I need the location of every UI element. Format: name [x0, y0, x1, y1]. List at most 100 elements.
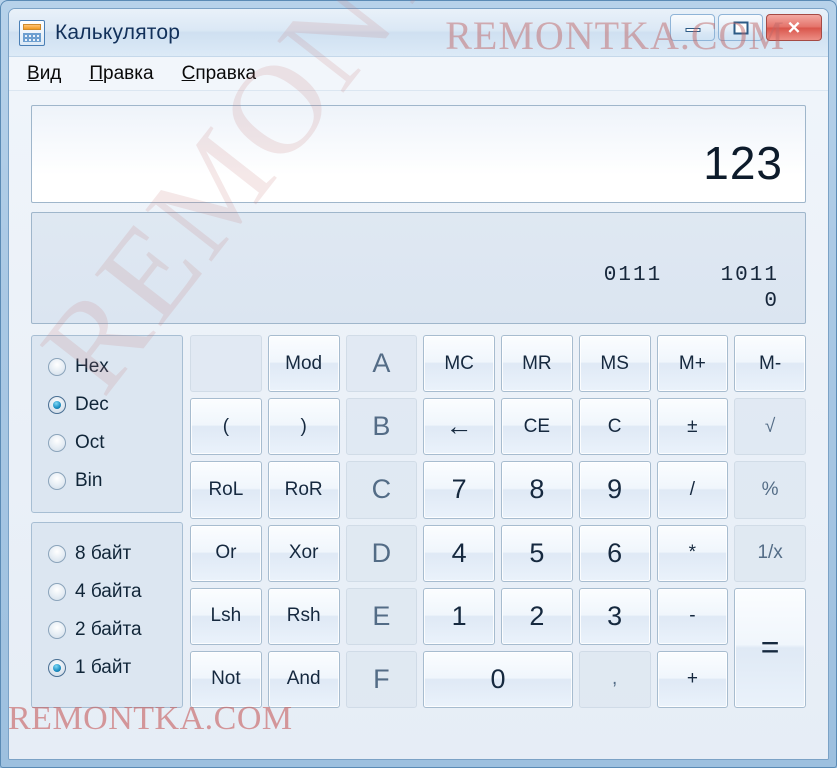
hex-f-button: F: [345, 650, 418, 708]
radio-size-label: 2 байта: [75, 619, 142, 640]
menu-item-edit-rest: равка: [103, 62, 154, 84]
sqrt-button: √: [734, 398, 806, 456]
open-paren-button[interactable]: (: [190, 398, 262, 456]
menu-item-help-mnemonic: С: [181, 62, 196, 84]
and-button[interactable]: And: [267, 650, 340, 708]
calculator-icon-screen: [23, 23, 41, 30]
minimize-icon: [685, 28, 700, 32]
subtract-button[interactable]: -: [656, 587, 729, 645]
menu-item-edit-mnemonic: П: [89, 62, 104, 84]
digit-6-button[interactable]: 6: [578, 524, 651, 582]
equals-button[interactable]: =: [734, 587, 806, 708]
main-display: 123: [31, 105, 806, 203]
radio-icon: [48, 434, 66, 452]
digit-3-button[interactable]: 3: [578, 587, 651, 645]
menu-item-view-mnemonic: В: [27, 62, 40, 84]
digit-0-button[interactable]: 0: [423, 650, 573, 708]
digit-7-button[interactable]: 7: [423, 461, 495, 519]
hex-b-button: B: [345, 398, 418, 456]
backspace-button[interactable]: ←: [423, 398, 495, 456]
radio-base-label: Dec: [75, 394, 109, 415]
menu-item-help[interactable]: Справка: [182, 63, 257, 85]
calculator-icon: [19, 19, 45, 46]
radio-icon: [48, 358, 66, 376]
button-grid: Mod A MC MR MS M+ M-() B ← CE C ± √ RoL RoR C 7 8 9/% Or Xor…: [190, 335, 806, 708]
number-base-group: Hex Dec Oct Bin: [31, 335, 183, 513]
mod-button[interactable]: Mod: [267, 335, 340, 393]
memory-add-button[interactable]: M+: [656, 335, 729, 393]
sign-toggle-button[interactable]: ±: [656, 398, 729, 456]
or-button[interactable]: Or: [190, 524, 262, 582]
radio-size-label: 4 байта: [75, 581, 142, 602]
radio-icon: [48, 396, 66, 414]
left-shift-button[interactable]: Lsh: [190, 587, 262, 645]
digit-9-button[interactable]: 9: [578, 461, 651, 519]
calculator-window: Калькулятор ✕ Вид Правка Справка 123 011…: [8, 8, 829, 760]
menu-item-help-rest: правка: [195, 62, 257, 84]
xor-button[interactable]: Xor: [267, 524, 340, 582]
menu-item-view[interactable]: Вид: [27, 63, 61, 85]
binary-display: 0111 1011 0: [31, 212, 806, 324]
radio-base-2[interactable]: Oct: [48, 424, 182, 462]
radio-size-2[interactable]: 2 байта: [48, 611, 182, 649]
hex-e-button: E: [345, 587, 418, 645]
rotate-right-button[interactable]: RoR: [267, 461, 340, 519]
memory-store-button[interactable]: MS: [578, 335, 651, 393]
digit-2-button[interactable]: 2: [501, 587, 573, 645]
rotate-left-button[interactable]: RoL: [190, 461, 262, 519]
hex-c-button: C: [345, 461, 418, 519]
blank-button: [190, 335, 262, 393]
digit-4-button[interactable]: 4: [423, 524, 495, 582]
radio-base-label: Bin: [75, 470, 103, 491]
window-controls: ✕: [670, 14, 822, 41]
memory-subtract-button[interactable]: M-: [734, 335, 806, 393]
close-paren-button[interactable]: ): [267, 398, 340, 456]
display-value: 123: [703, 137, 783, 189]
clear-entry-button[interactable]: CE: [501, 398, 573, 456]
maximize-icon: [733, 21, 748, 34]
radio-icon: [48, 621, 66, 639]
radio-base-3[interactable]: Bin: [48, 462, 182, 500]
radio-icon: [48, 472, 66, 490]
clear-button[interactable]: C: [578, 398, 651, 456]
radio-base-1[interactable]: Dec: [48, 386, 182, 424]
word-size-group: 8 байт 4 байта 2 байта 1 байт: [31, 522, 183, 708]
hex-d-button: D: [345, 524, 418, 582]
maximize-button[interactable]: [718, 14, 763, 41]
decimal-point-button: ,: [578, 650, 651, 708]
radio-size-3[interactable]: 1 байт: [48, 649, 182, 687]
digit-8-button[interactable]: 8: [501, 461, 573, 519]
divide-button[interactable]: /: [656, 461, 729, 519]
radio-base-label: Oct: [75, 432, 105, 453]
memory-clear-button[interactable]: MC: [423, 335, 495, 393]
menu-item-view-rest: ид: [39, 62, 62, 84]
radio-size-label: 8 байт: [75, 543, 132, 564]
right-shift-button[interactable]: Rsh: [267, 587, 340, 645]
radio-size-0[interactable]: 8 байт: [48, 535, 182, 573]
multiply-button[interactable]: *: [656, 524, 729, 582]
digit-1-button[interactable]: 1: [423, 587, 495, 645]
window-frame: Калькулятор ✕ Вид Правка Справка 123 011…: [0, 0, 837, 768]
close-button[interactable]: ✕: [766, 14, 822, 41]
memory-recall-button[interactable]: MR: [501, 335, 573, 393]
menu-bar: Вид Правка Справка: [9, 57, 828, 91]
radio-icon: [48, 583, 66, 601]
menu-item-edit[interactable]: Правка: [89, 63, 153, 85]
radio-base-0[interactable]: Hex: [48, 348, 182, 386]
minimize-button[interactable]: [670, 14, 715, 41]
keypad-area: Hex Dec Oct Bin 8 байт 4 байта 2 байта 1 байт …: [31, 335, 806, 708]
not-button[interactable]: Not: [190, 650, 262, 708]
window-title: Калькулятор: [55, 20, 181, 44]
radio-size-label: 1 байт: [75, 657, 132, 678]
add-button[interactable]: +: [656, 650, 729, 708]
radio-size-1[interactable]: 4 байта: [48, 573, 182, 611]
radio-icon: [48, 659, 66, 677]
digit-5-button[interactable]: 5: [501, 524, 573, 582]
options-column: Hex Dec Oct Bin 8 байт 4 байта 2 байта 1 байт: [31, 335, 183, 708]
hex-a-button: A: [345, 335, 418, 393]
binary-line-1: 0111 1011: [603, 263, 779, 287]
radio-base-label: Hex: [75, 356, 109, 377]
close-icon: ✕: [786, 18, 802, 37]
title-bar[interactable]: Калькулятор ✕: [9, 9, 828, 57]
calculator-body: 123 0111 1011 0 Hex Dec Oct Bin 8 байт 4 бай…: [9, 91, 828, 759]
